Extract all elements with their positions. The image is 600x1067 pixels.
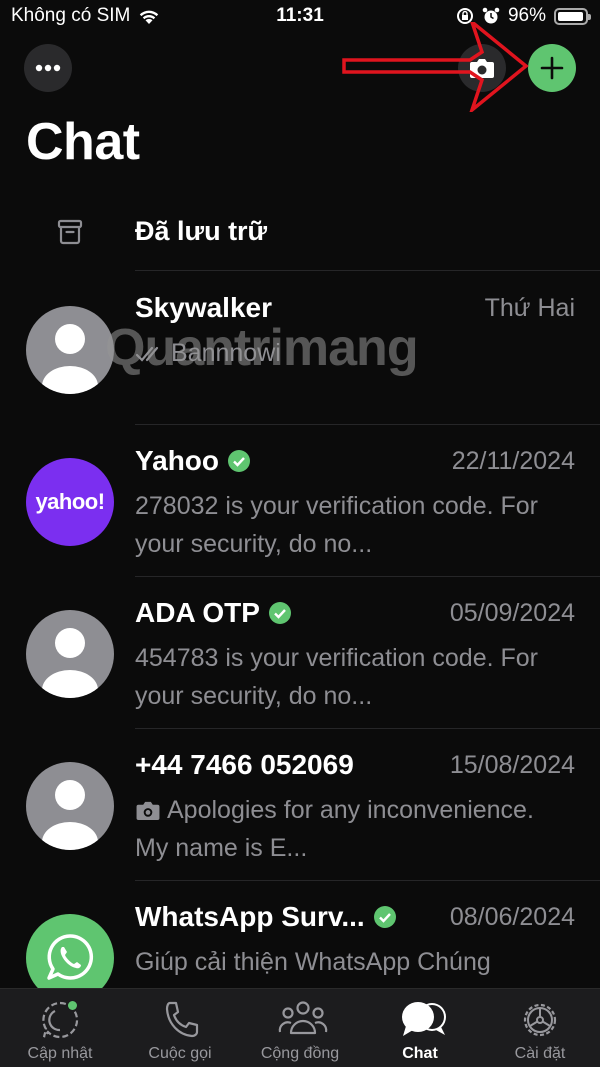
tab-chat[interactable]: Chat — [360, 989, 480, 1067]
default-person-icon — [42, 324, 98, 394]
ellipsis-icon — [35, 64, 61, 72]
chat-time: 22/11/2024 — [451, 447, 575, 475]
tab-updates[interactable]: Cập nhật — [0, 989, 120, 1067]
verified-badge-icon — [228, 450, 251, 472]
chat-name: Skywalker — [135, 292, 272, 323]
tab-label: Chat — [402, 1045, 438, 1062]
chat-preview: Apologies for any inconvenience. My name… — [135, 796, 534, 862]
chat-time: 05/09/2024 — [449, 599, 575, 627]
settings-gear-icon — [517, 999, 563, 1041]
default-person-icon — [42, 780, 98, 850]
new-chat-button[interactable] — [528, 44, 576, 92]
page-title: Chat — [26, 113, 140, 171]
more-options-button[interactable] — [24, 44, 72, 92]
camera-button[interactable] — [458, 44, 506, 92]
community-icon — [277, 999, 328, 1041]
chat-name: Yahoo — [135, 445, 251, 477]
battery-level — [558, 11, 583, 21]
avatar — [26, 306, 114, 394]
chat-time: 15/08/2024 — [449, 751, 575, 779]
updates-icon — [37, 999, 83, 1041]
default-person-icon — [42, 628, 98, 698]
camera-icon — [470, 59, 494, 78]
chat-bubbles-icon — [397, 999, 446, 1041]
tab-label: Cuộc gọi — [148, 1045, 212, 1062]
chat-preview: Giúp cải thiện WhatsApp Chúng — [135, 948, 491, 976]
tab-communities[interactable]: Cộng đồng — [240, 989, 360, 1067]
chat-list-item-skywalker[interactable]: Skywalker Thứ Hai Bannnowi — [0, 272, 600, 424]
alarm-icon — [482, 7, 500, 24]
divider — [135, 270, 600, 271]
chat-list-item-yahoo[interactable]: yahoo! Yahoo 22/11/2024 278032 is your v… — [0, 425, 600, 577]
chat-preview: 454783 is your verification code. For yo… — [135, 644, 538, 710]
status-bar: Không có SIM 11:31 96% — [0, 0, 600, 36]
yahoo-logo: yahoo! — [35, 489, 105, 514]
update-badge-dot — [68, 1001, 77, 1010]
archived-label: Đã lưu trữ — [135, 216, 268, 246]
chat-list-item-ada-otp[interactable]: ADA OTP 05/09/2024 454783 is your verifi… — [0, 577, 600, 729]
whatsapp-logo-icon — [47, 934, 94, 980]
tab-calls[interactable]: Cuộc gọi — [120, 989, 240, 1067]
chat-time: Thứ Hai — [484, 294, 575, 322]
chat-list-item-phone-number[interactable]: +44 7466 052069 15/08/2024 Apologies for… — [0, 729, 600, 881]
avatar: yahoo! — [26, 458, 114, 546]
double-check-icon — [135, 346, 159, 362]
tab-bar: Cập nhật Cuộc gọi Cộng đồng Chat Cài đặt — [0, 988, 600, 1067]
verified-badge-icon — [268, 602, 291, 624]
plus-icon — [540, 56, 564, 80]
battery-icon — [554, 7, 591, 25]
tab-label: Cộng đồng — [260, 1045, 340, 1062]
chat-time: 08/06/2024 — [449, 903, 575, 931]
chat-preview: 278032 is your verification code. For yo… — [135, 492, 538, 558]
battery-percent: 96% — [507, 5, 546, 26]
avatar — [26, 762, 114, 850]
tab-label: Cài đặt — [514, 1045, 566, 1062]
phone-icon — [157, 999, 203, 1041]
orientation-lock-icon — [456, 8, 473, 24]
chat-name: ADA OTP — [135, 597, 292, 629]
avatar — [26, 610, 114, 698]
tab-label: Cập nhật — [27, 1045, 93, 1062]
tab-settings[interactable]: Cài đặt — [480, 989, 600, 1067]
chat-name: +44 7466 052069 — [135, 749, 354, 780]
archived-chats-row[interactable]: Đã lưu trữ — [0, 196, 600, 268]
verified-badge-icon — [373, 906, 396, 928]
camera-icon — [136, 801, 160, 821]
archive-box-icon — [57, 219, 83, 245]
chat-name: WhatsApp Surv... — [135, 901, 397, 933]
chat-preview: Bannnowi — [135, 334, 555, 372]
